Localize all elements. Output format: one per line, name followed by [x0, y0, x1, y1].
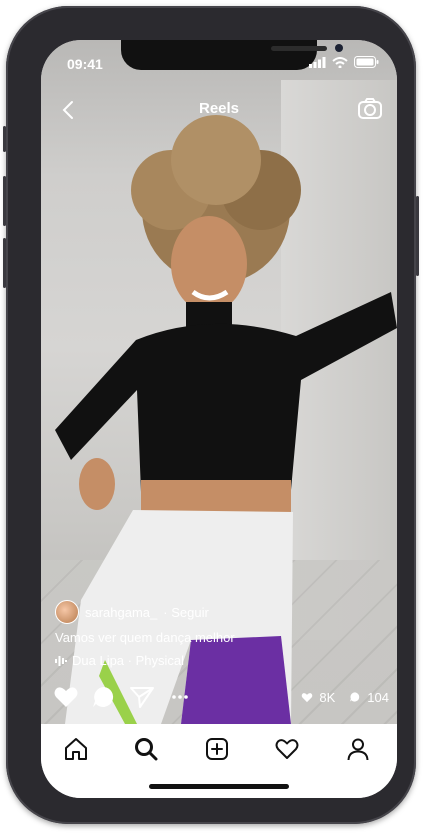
- page-title: Reels: [198, 100, 240, 117]
- reels-header: Reels: [41, 96, 397, 126]
- audio-wave-icon: [55, 655, 67, 666]
- home-icon[interactable]: [63, 736, 89, 762]
- likes-count: 8K: [319, 689, 336, 705]
- mute-switch: [3, 126, 6, 152]
- status-time: 09:41: [67, 56, 103, 72]
- bottom-tab-bar: [41, 724, 397, 798]
- user-row: sarahgama_ · Seguir: [55, 600, 385, 624]
- avatar[interactable]: [55, 600, 79, 624]
- front-camera: [335, 44, 343, 52]
- phone-frame: 09:41 Reels sarahgama_ · Seguir Vamos ve…: [3, 6, 419, 824]
- heart-icon[interactable]: [53, 685, 79, 709]
- follow-button[interactable]: · Seguir: [163, 605, 209, 620]
- home-indicator: [149, 784, 289, 789]
- power-button: [416, 196, 419, 276]
- username[interactable]: sarahgama_: [85, 605, 157, 620]
- music-label: Dua Lipa · Physical: [72, 653, 184, 668]
- status-icons: [309, 56, 379, 68]
- battery-icon: [354, 56, 379, 68]
- action-bar: 8K 104: [53, 684, 389, 710]
- comment-icon[interactable]: [91, 685, 117, 709]
- activity-icon[interactable]: [274, 736, 300, 762]
- likes-heart-icon: [302, 692, 313, 702]
- signal-icon: [309, 56, 326, 68]
- wifi-icon: [332, 56, 348, 68]
- comments-count: 104: [367, 689, 389, 705]
- notch: [121, 40, 343, 70]
- add-icon[interactable]: [204, 736, 230, 762]
- engagement-counts: 8K 104: [301, 690, 389, 705]
- more-icon[interactable]: [167, 685, 193, 709]
- profile-icon[interactable]: [345, 736, 371, 762]
- screen: 09:41 Reels sarahgama_ · Seguir Vamos ve…: [41, 40, 397, 798]
- reel-info: sarahgama_ · Seguir Vamos ver quem dança…: [55, 600, 385, 668]
- speaker: [271, 46, 327, 51]
- caption: Vamos ver quem dança melhor: [55, 630, 235, 645]
- search-icon[interactable]: [133, 736, 159, 762]
- send-icon[interactable]: [129, 685, 155, 709]
- volume-up-button: [3, 176, 6, 226]
- camera-icon[interactable]: [357, 96, 383, 122]
- volume-down-button: [3, 238, 6, 288]
- comments-bubble-icon: [350, 692, 360, 702]
- music-row[interactable]: Dua Lipa · Physical: [55, 653, 385, 668]
